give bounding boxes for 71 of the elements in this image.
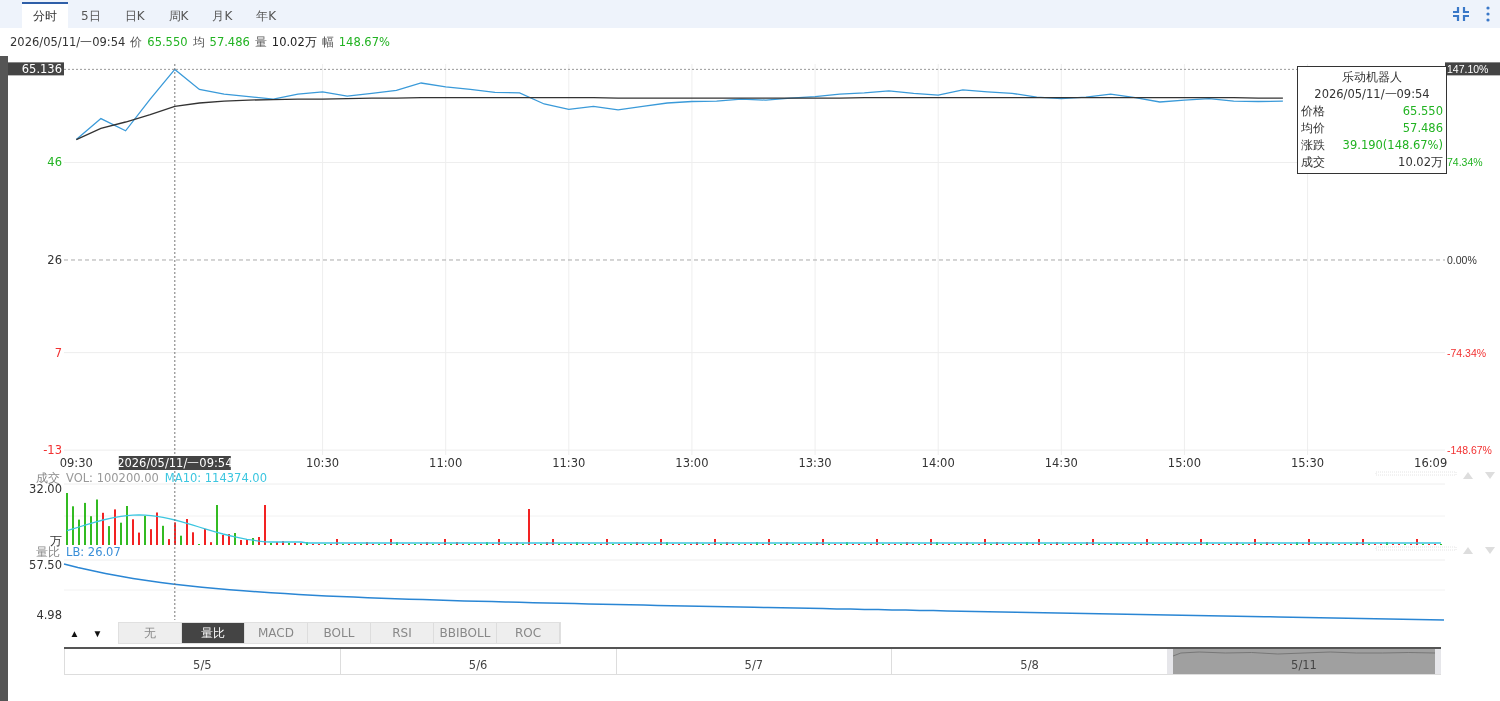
down-triangle-icon[interactable] bbox=[1485, 547, 1495, 554]
up-triangle-icon[interactable] bbox=[1463, 547, 1473, 554]
legend-text: 量比 bbox=[36, 545, 60, 559]
tab[interactable]: 分时 bbox=[22, 2, 68, 28]
day-segment[interactable]: 5/6 bbox=[339, 649, 616, 674]
tooltip-time: 2026/05/11/一09:54 bbox=[1313, 86, 1431, 103]
axis-label: 万 bbox=[50, 534, 62, 548]
legend-text: MA10: 114374.00 bbox=[164, 471, 267, 485]
tab[interactable]: 日K bbox=[113, 2, 156, 28]
axis-label: 11:00 bbox=[429, 456, 463, 470]
day-segment[interactable]: 5/7 bbox=[615, 649, 892, 674]
day-label: 5/11 bbox=[1291, 658, 1317, 672]
axis-label: 46 bbox=[47, 155, 62, 170]
axis-label: 15:00 bbox=[1167, 456, 1201, 470]
axis-label: 11:30 bbox=[552, 456, 586, 470]
crosshair-label: 65.136 bbox=[8, 62, 64, 77]
info-value: 10.02万 bbox=[271, 34, 317, 50]
info-label: 量 bbox=[254, 34, 267, 50]
info-time: 2026/05/11/一09:54 bbox=[10, 34, 126, 50]
tooltip-label: 价格 bbox=[1301, 103, 1325, 120]
day-label: 5/8 bbox=[1020, 658, 1039, 672]
axis-label: 16:09 bbox=[1414, 456, 1448, 470]
tooltip-value: 39.190(148.67%) bbox=[1342, 137, 1443, 154]
info-label: 幅 bbox=[321, 34, 334, 50]
day-label: 5/5 bbox=[193, 658, 212, 672]
legend-text: VOL: 100200.00 bbox=[66, 471, 159, 485]
info-value: 65.550 bbox=[147, 35, 188, 49]
info-label: 均 bbox=[192, 34, 205, 50]
tooltip-value: 10.02万 bbox=[1398, 154, 1443, 171]
axis-label: -13 bbox=[43, 443, 62, 458]
info-value: 57.486 bbox=[209, 35, 250, 49]
axis-label: 4.98 bbox=[36, 608, 62, 622]
indicator-tab[interactable]: 量比 bbox=[182, 623, 245, 643]
axis-label: 74.34% bbox=[1447, 156, 1483, 169]
up-triangle-icon[interactable] bbox=[1463, 472, 1473, 479]
tooltip-value: 57.486 bbox=[1402, 120, 1443, 137]
down-triangle-icon[interactable] bbox=[1485, 472, 1495, 479]
axis-label: -74.34% bbox=[1447, 346, 1487, 359]
axis-label: 13:30 bbox=[798, 456, 832, 470]
tab[interactable]: 年K bbox=[245, 2, 288, 28]
axis-label: 14:00 bbox=[921, 456, 955, 470]
tab[interactable]: 5日 bbox=[70, 2, 112, 28]
collapse-icon[interactable] bbox=[1452, 6, 1470, 22]
axis-label: 57.50 bbox=[29, 558, 62, 572]
axis-label: 0.00% bbox=[1447, 254, 1477, 266]
axis-label: 15:30 bbox=[1291, 456, 1325, 470]
resize-handle[interactable] bbox=[1375, 546, 1457, 551]
tooltip-label: 涨跌 bbox=[1301, 137, 1325, 154]
tab[interactable]: 周K bbox=[157, 2, 200, 28]
tooltip-value: 65.550 bbox=[1402, 103, 1443, 120]
day-segment[interactable]: 5/5 bbox=[64, 649, 340, 674]
axis-label: 09:30 bbox=[59, 456, 93, 470]
tab[interactable]: 月K bbox=[201, 2, 244, 28]
axis-label: 10:30 bbox=[306, 456, 340, 470]
day-segment[interactable]: 5/11 bbox=[1167, 649, 1441, 674]
axis-label: 13:00 bbox=[675, 456, 709, 470]
tooltip-label: 成交 bbox=[1301, 154, 1325, 171]
axis-label: 14:30 bbox=[1044, 456, 1078, 470]
stock-name: 乐动机器人 bbox=[1341, 69, 1403, 86]
legend-text: LB: 26.07 bbox=[66, 545, 121, 559]
tooltip-label: 均价 bbox=[1301, 120, 1325, 137]
crosshair-label: 147.10% bbox=[1445, 62, 1500, 76]
axis-label: -148.67% bbox=[1447, 444, 1492, 457]
info-label: 价 bbox=[130, 34, 143, 50]
day-label: 5/7 bbox=[744, 658, 764, 672]
more-icon[interactable] bbox=[1486, 6, 1490, 22]
day-label: 5/6 bbox=[468, 658, 488, 672]
axis-label: 7 bbox=[54, 345, 62, 360]
info-value: 148.67% bbox=[338, 35, 390, 49]
legend-text: 成交 bbox=[36, 471, 60, 485]
axis-label: 26 bbox=[47, 253, 62, 267]
